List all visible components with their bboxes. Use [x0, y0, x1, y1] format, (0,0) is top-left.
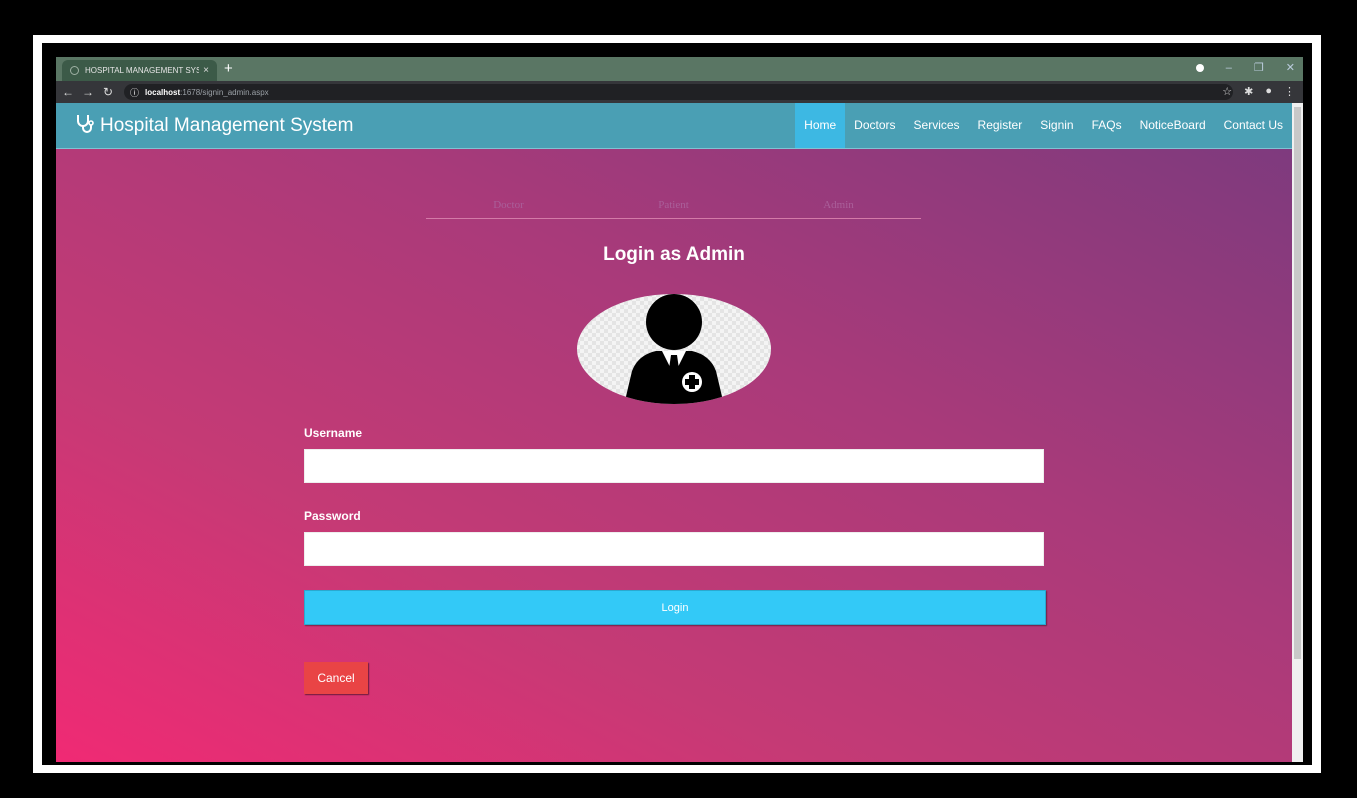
- nav-link-contact[interactable]: Contact Us: [1215, 103, 1292, 148]
- password-input[interactable]: [304, 532, 1044, 566]
- globe-icon: [70, 66, 79, 75]
- nav-link-faqs[interactable]: FAQs: [1083, 103, 1131, 148]
- scrollbar-thumb[interactable]: [1294, 107, 1301, 659]
- forward-icon[interactable]: →: [80, 85, 96, 99]
- browser-window: HOSPITAL MANAGEMENT SYSTE × + – ❐ ✕ ← → …: [56, 57, 1303, 762]
- nav-link-noticeboard[interactable]: NoticeBoard: [1131, 103, 1215, 148]
- url-path: :1678/signin_admin.aspx: [180, 87, 269, 97]
- nav-link-services[interactable]: Services: [905, 103, 969, 148]
- username-input[interactable]: [304, 449, 1044, 483]
- doctor-avatar-icon: [576, 293, 772, 410]
- brand-text: Hospital Management System: [100, 115, 354, 136]
- toolbar-icons: ☆ ✱ ● ⋮: [1222, 85, 1295, 98]
- url-host: localhost: [145, 87, 181, 97]
- role-tabs: Doctor Patient Admin: [426, 199, 921, 219]
- record-icon[interactable]: [1195, 63, 1204, 72]
- page-title: Login as Admin: [603, 244, 745, 265]
- reload-icon[interactable]: ↻: [100, 85, 116, 99]
- browser-tab[interactable]: HOSPITAL MANAGEMENT SYSTE ×: [62, 60, 217, 81]
- new-tab-button[interactable]: +: [224, 60, 233, 78]
- tab-admin[interactable]: Admin: [756, 199, 921, 219]
- stethoscope-icon: [76, 113, 94, 139]
- password-label: Password: [304, 509, 361, 523]
- site-navbar: Hospital Management System Home Doctors …: [56, 103, 1292, 149]
- bookmark-star-icon[interactable]: ☆: [1222, 85, 1232, 98]
- nav-link-doctors[interactable]: Doctors: [845, 103, 904, 148]
- address-row: ← → ↻ ⓘ localhost :1678/signin_admin.asp…: [56, 81, 1303, 103]
- nav-link-signin[interactable]: Signin: [1031, 103, 1082, 148]
- extensions-icon[interactable]: ✱: [1244, 85, 1253, 98]
- restore-icon[interactable]: ❐: [1254, 61, 1264, 74]
- nav-links: Home Doctors Services Register Signin FA…: [795, 103, 1292, 148]
- menu-icon[interactable]: ⋮: [1284, 85, 1295, 98]
- page-scrollbar[interactable]: [1292, 103, 1303, 762]
- info-icon[interactable]: ⓘ: [130, 86, 139, 99]
- tab-patient[interactable]: Patient: [591, 199, 756, 219]
- page-content: Hospital Management System Home Doctors …: [56, 103, 1292, 762]
- profile-icon[interactable]: ●: [1265, 85, 1272, 98]
- back-icon[interactable]: ←: [60, 85, 76, 99]
- window-controls: – ❐ ✕: [1195, 61, 1295, 74]
- close-window-icon[interactable]: ✕: [1286, 61, 1295, 74]
- login-button[interactable]: Login: [304, 590, 1046, 625]
- minimize-icon[interactable]: –: [1226, 62, 1232, 74]
- nav-link-register[interactable]: Register: [969, 103, 1032, 148]
- tab-title: HOSPITAL MANAGEMENT SYSTE: [85, 66, 200, 75]
- cancel-button[interactable]: Cancel: [304, 662, 368, 694]
- tab-strip: HOSPITAL MANAGEMENT SYSTE × + – ❐ ✕: [56, 57, 1303, 81]
- tab-close-icon[interactable]: ×: [203, 65, 209, 76]
- site-brand[interactable]: Hospital Management System: [76, 113, 353, 139]
- tab-doctor[interactable]: Doctor: [426, 199, 591, 219]
- nav-link-home[interactable]: Home: [795, 103, 846, 148]
- address-bar[interactable]: ⓘ localhost :1678/signin_admin.aspx: [124, 84, 1233, 100]
- username-label: Username: [304, 426, 363, 440]
